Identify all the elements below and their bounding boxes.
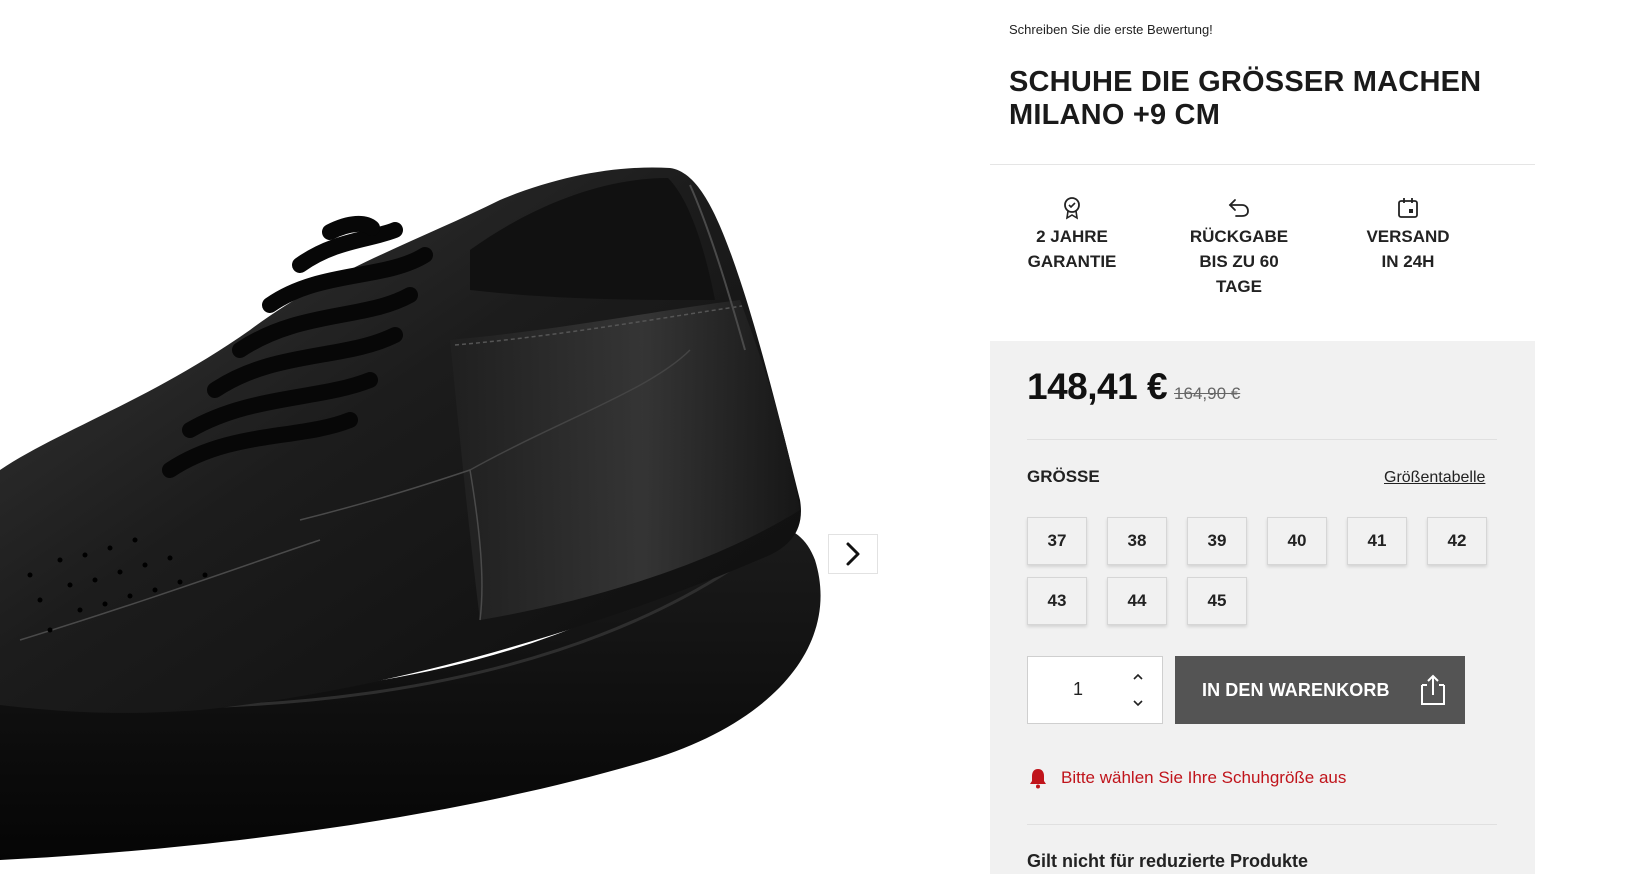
product-image [0, 167, 821, 860]
benefit-label: BIS ZU 60 [1199, 252, 1279, 271]
old-price: 164,90 € [1174, 384, 1241, 403]
benefit-label: GARANTIE [1027, 252, 1117, 271]
calendar-icon [1398, 198, 1418, 218]
benefit-label: RÜCKGABE [1189, 227, 1289, 246]
quantity-stepper[interactable]: 1 [1027, 656, 1163, 724]
size-option-41[interactable]: 41 [1347, 517, 1407, 565]
benefit-shipping: VERSAND IN 24H [1343, 194, 1473, 274]
product-gallery [0, 0, 980, 874]
current-price: 148,41 € [1027, 366, 1168, 407]
product-title: SCHUHE DIE GRÖSSER MACHEN MILANO +9 CM [1009, 66, 1482, 131]
size-option-37[interactable]: 37 [1027, 517, 1087, 565]
size-option-40[interactable]: 40 [1267, 517, 1327, 565]
discount-note-title: Gilt nicht für reduzierte Produkte [1027, 851, 1309, 871]
add-to-cart-label: IN DEN WARENKORB [1202, 679, 1390, 700]
benefit-label: 2 JAHRE [1036, 227, 1108, 246]
benefits-row: 2 JAHRE GARANTIE RÜCKGABE BIS ZU 60 TAGE… [1007, 194, 1507, 304]
price-row: 148,41 € 164,90 € [1027, 366, 1240, 408]
size-option-38[interactable]: 38 [1107, 517, 1167, 565]
write-review-link[interactable]: Schreiben Sie die erste Bewertung! [1009, 22, 1213, 37]
chevron-up-icon [1133, 673, 1143, 680]
return-arrow-icon [1228, 199, 1249, 217]
shopping-bag-icon [1421, 674, 1445, 705]
quantity-value[interactable]: 1 [1066, 679, 1090, 700]
benefit-label: IN 24H [1381, 252, 1435, 271]
divider [1027, 824, 1497, 825]
benefit-warranty: 2 JAHRE GARANTIE [1007, 194, 1137, 274]
size-option-39[interactable]: 39 [1187, 517, 1247, 565]
benefit-label: VERSAND [1366, 227, 1450, 246]
divider [990, 164, 1535, 165]
next-image-button[interactable] [828, 534, 878, 574]
quantity-increase-button[interactable] [1128, 668, 1148, 686]
size-chart-link[interactable]: Größentabelle [1384, 469, 1485, 487]
size-label: GRÖSSE [1027, 467, 1100, 486]
warning-text: Bitte wählen Sie Ihre Schuhgröße aus [1061, 768, 1347, 787]
size-option-45[interactable]: 45 [1187, 577, 1247, 625]
size-option-43[interactable]: 43 [1027, 577, 1087, 625]
chevron-down-icon [1133, 700, 1143, 707]
buy-box: 148,41 € 164,90 € GRÖSSE Größentabelle 3… [990, 341, 1535, 874]
chevron-right-icon [846, 542, 860, 566]
warranty-badge-icon [1064, 197, 1080, 220]
quantity-decrease-button[interactable] [1128, 694, 1148, 712]
divider [1027, 439, 1497, 440]
add-to-cart-button[interactable]: IN DEN WARENKORB [1175, 656, 1465, 724]
size-option-42[interactable]: 42 [1427, 517, 1487, 565]
benefit-label: TAGE [1216, 277, 1262, 296]
bell-icon [1030, 769, 1046, 789]
benefit-return: RÜCKGABE BIS ZU 60 TAGE [1174, 194, 1304, 299]
size-option-44[interactable]: 44 [1107, 577, 1167, 625]
size-warning: Bitte wählen Sie Ihre Schuhgröße aus [1027, 767, 1346, 789]
